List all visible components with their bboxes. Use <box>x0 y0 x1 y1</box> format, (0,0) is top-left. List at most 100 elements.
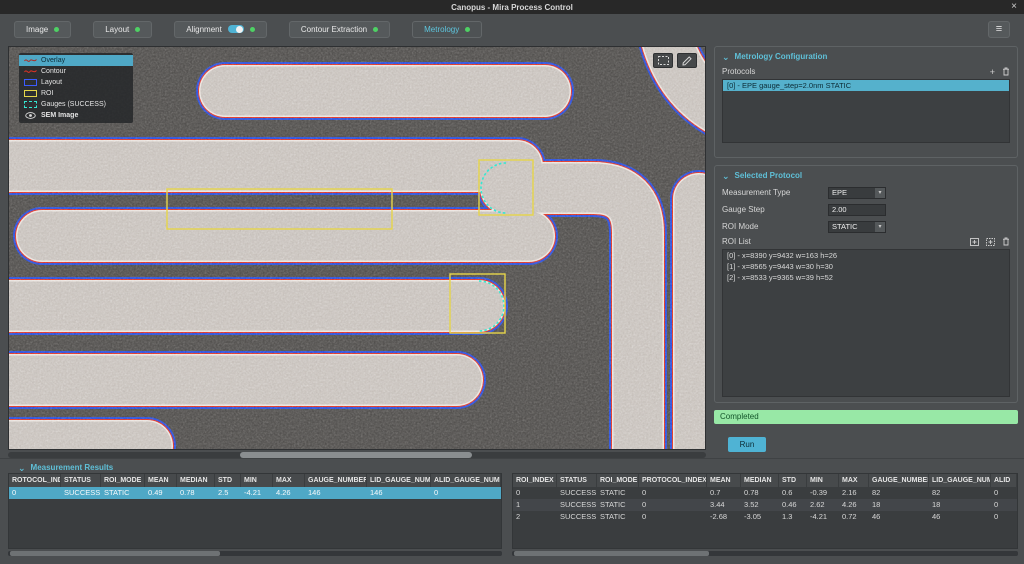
column-header[interactable]: MEDIAN <box>741 474 779 487</box>
menu-icon[interactable]: ≡ <box>988 20 1010 38</box>
roi-list: [0] - x=8390 y=9432 w=163 h=26 [1] - x=8… <box>722 249 1010 397</box>
roi-table-hscrollbar-thumb[interactable] <box>514 551 709 556</box>
section-title: Metrology Configuration <box>734 52 828 61</box>
protocol-list-item[interactable]: [0] - EPE gauge_step=2.0nm STATIC <box>723 80 1009 91</box>
column-header[interactable]: STD <box>779 474 807 487</box>
table-cell: 0 <box>642 500 647 509</box>
column-header[interactable]: LID_GAUGE_NUMI <box>367 474 431 487</box>
delete-roi-icon[interactable] <box>1002 237 1010 246</box>
table-cell: 0.6 <box>782 488 793 497</box>
alignment-toggle[interactable] <box>227 25 244 33</box>
section-title: Measurement Results <box>30 463 114 472</box>
table-cell: 0 <box>434 488 439 497</box>
column-header[interactable]: GAUGE_NUMBER <box>305 474 367 487</box>
legend-item-layout[interactable]: Layout <box>19 77 133 88</box>
legend-item-contour[interactable]: Contour <box>19 66 133 77</box>
roi-table-hscrollbar[interactable] <box>512 551 1018 556</box>
chevron-down-icon: ⌄ <box>722 51 730 62</box>
table-cell: 0.49 <box>148 488 163 497</box>
table-cell: 4.26 <box>276 488 291 497</box>
capture-region-icon[interactable] <box>653 53 673 68</box>
column-header[interactable]: ALID_GAUGE_NUM <box>431 474 501 487</box>
run-button[interactable]: Run <box>728 437 766 452</box>
column-header[interactable]: PROTOCOL_INDEX <box>639 474 707 487</box>
add-roi-icon[interactable] <box>970 237 979 246</box>
add-protocol-icon[interactable]: + <box>990 67 995 76</box>
column-header[interactable]: MEAN <box>145 474 177 487</box>
column-header[interactable]: ALID <box>991 474 1017 487</box>
table-cell: 46 <box>872 512 881 521</box>
tab-layout-label: Layout <box>105 24 130 34</box>
column-header[interactable]: ROI_MODE <box>101 474 145 487</box>
column-header[interactable]: MIN <box>807 474 839 487</box>
app-window: Canopus - Mira Process Control × Image L… <box>0 0 1024 564</box>
table-cell: -0.39 <box>810 488 828 497</box>
roi-list-item[interactable]: [1] - x=8565 y=9443 w=30 h=30 <box>723 261 1009 272</box>
tab-layout[interactable]: Layout <box>93 20 153 38</box>
roi-list-item[interactable]: [2] - x=8533 y=9365 w=39 h=52 <box>723 272 1009 283</box>
roi-list-item[interactable]: [0] - x=8390 y=9432 w=163 h=26 <box>723 250 1009 261</box>
table-row[interactable]: 2 SUCCESS STATIC 0 -2.68 -3.05 1.3 -4.21… <box>513 511 1017 523</box>
roi-mode-select[interactable]: STATIC ▾ <box>828 220 886 233</box>
sem-viewer[interactable]: Overlay Contour Layout ROI Gauges (SUCCE… <box>8 46 706 450</box>
protocol-results-table: ROTOCOL_INDE STATUS ROI_MODE MEAN MEDIAN… <box>8 473 502 549</box>
legend-label: Layout <box>41 79 63 86</box>
gauge-step-input[interactable] <box>828 203 886 216</box>
table-cell: 0 <box>516 488 521 497</box>
column-header-sorted[interactable]: ROI_INDEX ▴ <box>513 474 557 487</box>
legend-item-gauges[interactable]: Gauges (SUCCESS) <box>19 99 133 110</box>
table-cell: 2.5 <box>218 488 229 497</box>
column-header[interactable]: MIN <box>241 474 273 487</box>
column-header[interactable]: MAX <box>273 474 305 487</box>
column-header[interactable]: STD <box>215 474 241 487</box>
tab-image[interactable]: Image <box>14 20 72 38</box>
legend-item-roi[interactable]: ROI <box>19 88 133 99</box>
edit-pencil-icon[interactable] <box>677 53 697 68</box>
column-header[interactable]: MAX <box>839 474 869 487</box>
table-cell: STATIC <box>104 488 130 497</box>
table-cell: -3.05 <box>744 512 762 521</box>
gauges-swatch-icon <box>24 101 37 108</box>
column-header[interactable]: GAUGE_NUMBER <box>869 474 929 487</box>
protocol-table-hscrollbar[interactable] <box>8 551 502 556</box>
legend-item-sem-image[interactable]: SEM Image <box>19 110 133 121</box>
protocols-label: Protocols <box>722 67 756 76</box>
selected-protocol-header[interactable]: ⌄ Selected Protocol <box>722 171 1010 180</box>
metrology-configuration-header[interactable]: ⌄ Metrology Configuration <box>722 52 1010 61</box>
table-header-row: ROTOCOL_INDE STATUS ROI_MODE MEAN MEDIAN… <box>9 474 501 487</box>
status-dot <box>54 26 60 32</box>
table-row[interactable]: 1 SUCCESS STATIC 0 3.44 3.52 0.46 2.62 4… <box>513 499 1017 511</box>
tab-metrology[interactable]: Metrology <box>412 20 483 38</box>
table-cell: STATIC <box>600 500 626 509</box>
measurement-results-header[interactable]: ⌄ Measurement Results <box>18 463 1024 472</box>
column-header[interactable]: STATUS <box>557 474 597 487</box>
table-cell: -2.68 <box>710 512 728 521</box>
column-header[interactable]: LID_GAUGE_NUMB <box>929 474 991 487</box>
column-header[interactable]: MEAN <box>707 474 741 487</box>
tab-contour-extraction[interactable]: Contour Extraction <box>288 20 391 38</box>
selected-protocol-group: ⌄ Selected Protocol Measurement Type EPE… <box>714 165 1018 403</box>
table-row[interactable]: 0 SUCCESS STATIC 0.49 0.78 2.5 -4.21 4.2… <box>9 487 501 499</box>
table-cell: 0 <box>994 488 999 497</box>
protocol-table-hscrollbar-thumb[interactable] <box>10 551 220 556</box>
table-cell: 0 <box>642 512 647 521</box>
column-header[interactable]: MEDIAN <box>177 474 215 487</box>
table-cell: 2.62 <box>810 500 825 509</box>
chevron-down-icon: ⌄ <box>18 462 26 473</box>
legend-item-overlay[interactable]: Overlay <box>19 55 133 66</box>
table-cell: 0.7 <box>710 488 721 497</box>
overlay-swatch-icon <box>24 57 37 64</box>
column-header[interactable]: ROI_MODE <box>597 474 639 487</box>
tab-alignment[interactable]: Alignment <box>174 20 267 38</box>
delete-protocol-icon[interactable] <box>1002 67 1010 76</box>
close-icon[interactable]: × <box>1011 0 1017 14</box>
table-row[interactable]: 0 SUCCESS STATIC 0 0.7 0.78 0.6 -0.39 2.… <box>513 487 1017 499</box>
viewer-toolbar <box>653 53 697 68</box>
table-cell: 146 <box>308 488 321 497</box>
column-header[interactable]: STATUS <box>61 474 101 487</box>
roi-mode-value: STATIC <box>832 222 858 231</box>
add-roi-from-selection-icon[interactable] <box>986 237 995 246</box>
tab-metrology-label: Metrology <box>424 24 460 34</box>
column-header[interactable]: ROTOCOL_INDE <box>9 474 61 487</box>
measurement-type-select[interactable]: EPE ▾ <box>828 186 886 199</box>
